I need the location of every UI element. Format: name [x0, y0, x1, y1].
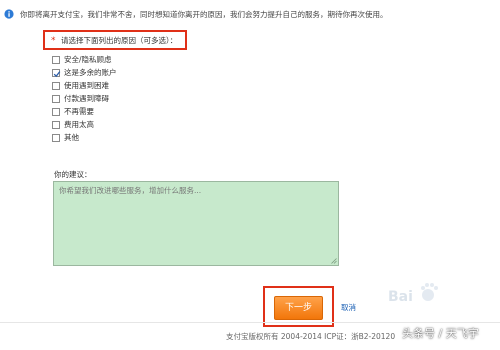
option-fees-too-high[interactable]: 费用太高	[52, 120, 172, 131]
leave-notice: 你即将离开支付宝，我们非常不舍，同时想知道你离开的原因，我们会努力提升自己的服务…	[4, 8, 484, 22]
next-step-button[interactable]: 下一步	[274, 296, 323, 320]
checkbox[interactable]	[52, 134, 60, 142]
option-label: 使用遇到困难	[64, 81, 109, 90]
option-redundant-account[interactable]: 这是多余的账户	[52, 68, 172, 79]
suggestion-label: 你的建议：	[54, 170, 92, 179]
cancel-link[interactable]: 取消	[341, 303, 356, 313]
option-label: 费用太高	[64, 120, 94, 129]
resize-grip-icon[interactable]	[331, 258, 337, 264]
option-security-privacy[interactable]: 安全/隐私顾虑	[52, 55, 172, 66]
baidu-watermark-logo: Bai	[388, 283, 438, 305]
checkbox[interactable]	[52, 95, 60, 103]
info-icon	[4, 9, 14, 19]
checkmark-icon	[53, 71, 61, 78]
suggestion-textarea[interactable]: 你希望我们改进哪些服务，增加什么服务...	[53, 181, 339, 266]
option-no-longer-needed[interactable]: 不再需要	[52, 107, 172, 118]
option-label: 付款遇到障碍	[64, 94, 109, 103]
footer-divider	[0, 322, 500, 323]
required-mark: *	[51, 36, 56, 46]
checkbox-checked[interactable]	[52, 69, 61, 78]
option-other[interactable]: 其他	[52, 133, 172, 144]
reason-label: 请选择下面列出的原因（可多选）：	[61, 36, 178, 45]
option-label: 安全/隐私顾虑	[64, 55, 112, 64]
option-label: 这是多余的账户	[64, 68, 117, 77]
suggestion-placeholder: 你希望我们改进哪些服务，增加什么服务...	[59, 186, 202, 195]
option-usage-difficulty[interactable]: 使用遇到困难	[52, 81, 172, 92]
notice-text: 你即将离开支付宝，我们非常不舍，同时想知道你离开的原因，我们会努力提升自己的服务…	[20, 10, 388, 19]
svg-text:Bai: Bai	[388, 289, 413, 305]
reason-prompt: * 请选择下面列出的原因（可多选）：	[43, 30, 187, 50]
option-payment-obstacle[interactable]: 付款遇到障碍	[52, 94, 172, 105]
checkbox[interactable]	[52, 121, 60, 129]
source-tag: 头条号 / 天飞宇	[402, 327, 479, 340]
checkbox[interactable]	[52, 108, 60, 116]
checkbox[interactable]	[52, 56, 60, 64]
option-label: 不再需要	[64, 107, 94, 116]
checkbox[interactable]	[52, 82, 60, 90]
option-label: 其他	[64, 133, 79, 142]
footer-copyright: 支付宝版权所有 2004-2014 ICP证：浙B2-20120	[226, 332, 396, 341]
